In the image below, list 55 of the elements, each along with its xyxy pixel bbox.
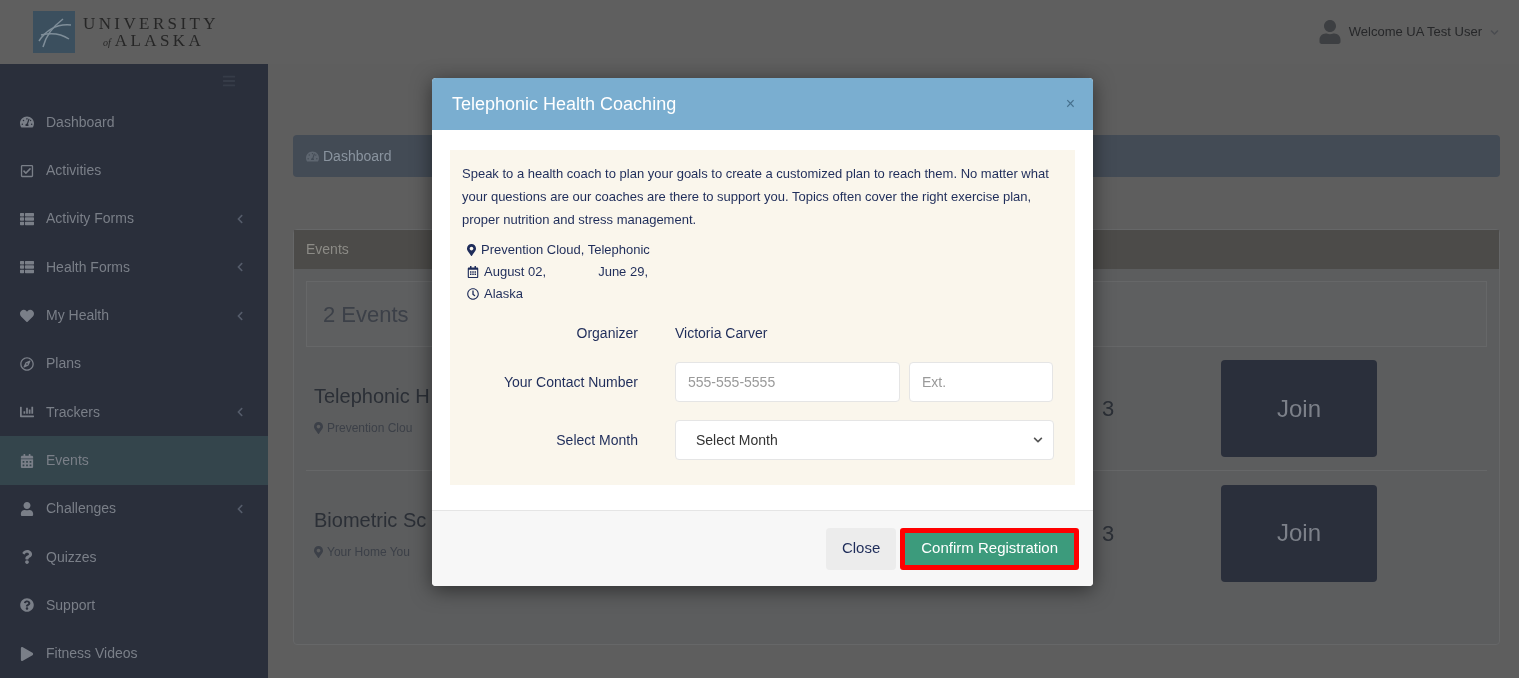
sidebar-item[interactable]: Support bbox=[0, 581, 268, 630]
organizer-label: Organizer bbox=[575, 324, 638, 343]
compass-icon bbox=[20, 356, 34, 371]
join-button[interactable]: Join bbox=[1221, 360, 1377, 457]
heart-icon bbox=[20, 308, 34, 323]
sidebar-item[interactable]: Activities bbox=[0, 146, 268, 195]
month-dropdown[interactable]: Select Month bbox=[675, 420, 1054, 460]
event-description: Speak to a health coach to plan your goals to create a customized plan to reach them. No matter what your questions are our coaches are there to support you. Topics often cover the right exercise plan, proper nutrition and stress management. bbox=[462, 165, 1050, 229]
join-button[interactable]: Join bbox=[1221, 484, 1377, 582]
event-location: Prevention Cloud, Telephonic bbox=[481, 241, 650, 259]
sidebar-item[interactable]: Events bbox=[0, 436, 268, 485]
checkbox-icon bbox=[20, 163, 34, 178]
calendar-icon bbox=[20, 453, 34, 468]
chevron-down-icon bbox=[1033, 435, 1043, 445]
logo-text: UNIVERSITY bbox=[83, 15, 219, 32]
map-pin-icon bbox=[314, 546, 323, 558]
breadcrumb-link[interactable]: Dashboard bbox=[323, 145, 392, 167]
list-icon bbox=[20, 260, 34, 275]
help-icon bbox=[20, 598, 34, 613]
phone-field[interactable]: 555-555-5555 bbox=[675, 362, 900, 402]
sidebar-item[interactable]: My Health bbox=[0, 291, 268, 340]
close-button[interactable]: Close bbox=[825, 527, 897, 570]
logo-icon bbox=[33, 11, 75, 53]
month-label: Select Month bbox=[555, 430, 638, 450]
sidebar-item[interactable]: Activity Forms bbox=[0, 194, 268, 244]
event-timezone: Alaska bbox=[484, 285, 524, 303]
logo-text: ALASKA bbox=[114, 32, 205, 49]
sidebar-item[interactable]: Challenges bbox=[0, 484, 268, 533]
sidebar-item[interactable]: Trackers bbox=[0, 388, 268, 437]
contact-number-label: Your Contact Number bbox=[502, 372, 638, 392]
sidebar-item[interactable]: Health Forms bbox=[0, 243, 268, 292]
sidebar-item[interactable]: Quizzes bbox=[0, 533, 268, 582]
event-date: August 02, bbox=[484, 263, 547, 281]
user-icon bbox=[1318, 20, 1341, 44]
gauge-icon bbox=[20, 115, 34, 130]
calendar-icon bbox=[467, 266, 479, 278]
sidebar-item[interactable]: Fitness Videos bbox=[0, 629, 268, 678]
bar-chart-icon bbox=[20, 405, 34, 420]
list-icon bbox=[20, 211, 34, 226]
clock-icon bbox=[467, 288, 479, 300]
user-icon bbox=[20, 501, 34, 516]
panel-title: Events bbox=[306, 240, 349, 259]
gauge-icon bbox=[306, 149, 319, 163]
extension-field[interactable]: Ext. bbox=[909, 362, 1053, 402]
map-pin-icon bbox=[467, 244, 476, 256]
sidebar-item[interactable]: Dashboard bbox=[0, 98, 268, 147]
dialog-title: Telephonic Health Coaching bbox=[452, 92, 677, 116]
sidebar-item[interactable]: Plans bbox=[0, 339, 268, 389]
question-mark-icon bbox=[20, 550, 34, 565]
confirm-button[interactable]: Confirm Registration bbox=[900, 527, 1079, 570]
map-pin-icon bbox=[314, 421, 323, 434]
play-icon bbox=[20, 646, 34, 661]
event-date: June 29, bbox=[598, 263, 649, 281]
organizer-name: Victoria Carver bbox=[675, 324, 769, 343]
user-menu[interactable]: Welcome UA Test User bbox=[1318, 20, 1499, 44]
